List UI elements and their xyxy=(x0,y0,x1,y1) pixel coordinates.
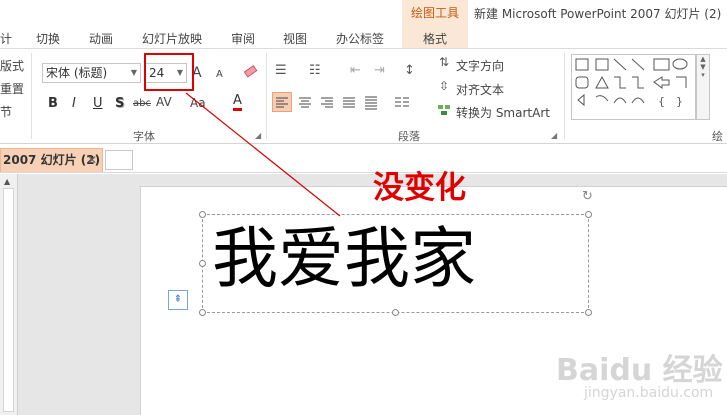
watermark-text: Baidu 经验 xyxy=(556,353,723,388)
annotation-no-change: 没变化 xyxy=(373,170,466,206)
watermark-url: jingyan.baidu.com xyxy=(584,385,714,401)
baidu-watermark: Baidu 经验 jingyan.baidu.com xyxy=(548,345,723,407)
